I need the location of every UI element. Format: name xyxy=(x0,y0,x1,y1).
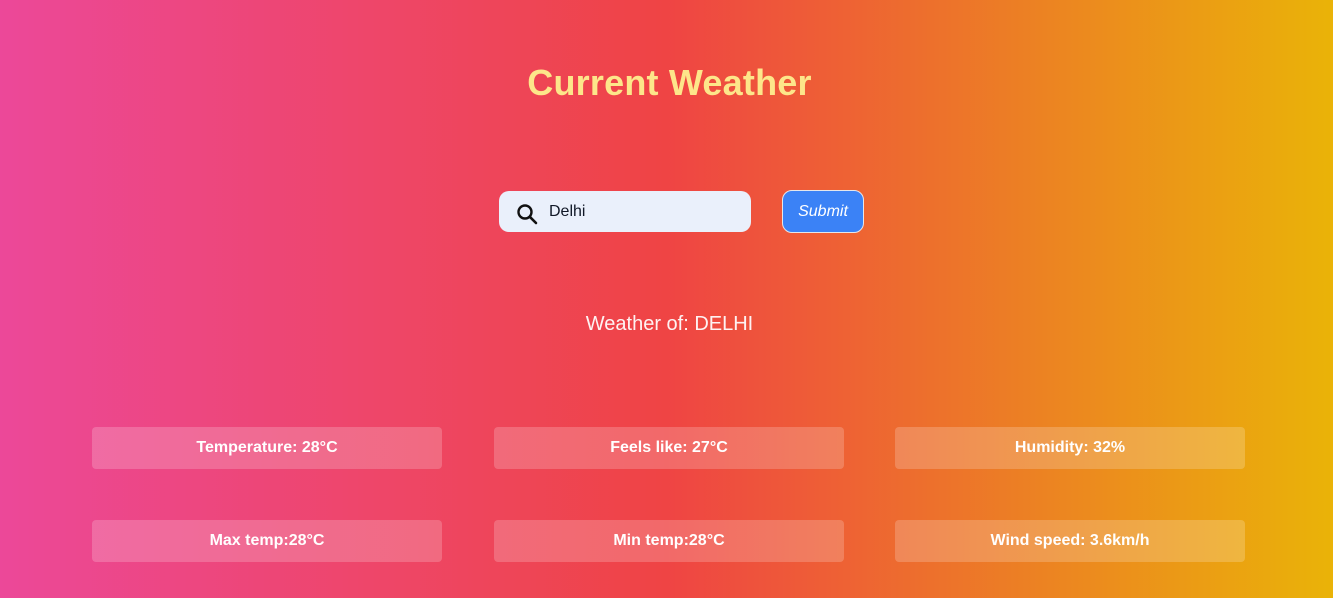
weather-location-label: Weather of: DELHI xyxy=(585,313,754,335)
search-icon xyxy=(515,202,539,226)
page-title: Current Weather xyxy=(527,62,812,103)
feels-like-card: Feels like: 27°C xyxy=(494,427,844,469)
min-temp-card: Min temp:28°C xyxy=(494,520,844,562)
humidity-card: Humidity: 32% xyxy=(895,427,1245,469)
search-input[interactable] xyxy=(549,191,739,232)
submit-button[interactable]: Submit xyxy=(782,190,864,233)
wind-speed-card: Wind speed: 3.6km/h xyxy=(895,520,1245,562)
temperature-card: Temperature: 28°C xyxy=(92,427,442,469)
search-box[interactable] xyxy=(499,191,751,232)
max-temp-card: Max temp:28°C xyxy=(92,520,442,562)
